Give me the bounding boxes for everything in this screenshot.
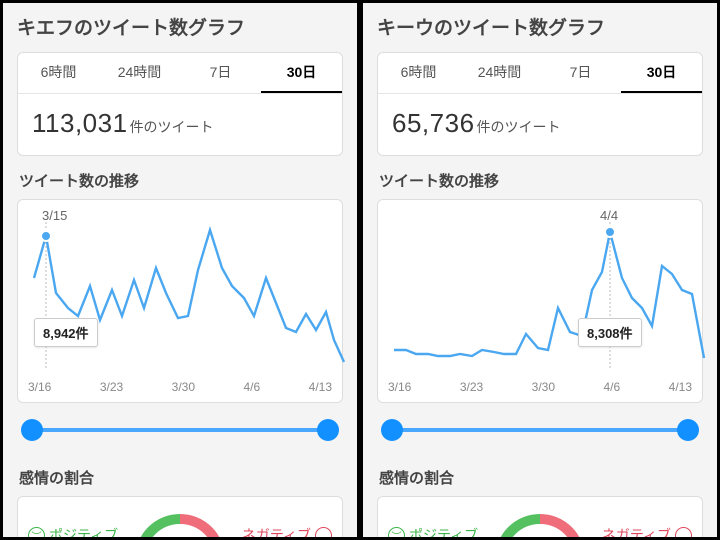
- xtick: 3/16: [28, 380, 51, 394]
- frown-icon: ︵: [315, 527, 332, 540]
- xtick: 4/13: [309, 380, 332, 394]
- panel-kiev: キエフのツイート数グラフ 6時間 24時間 7日 30日 113,031 件のツ…: [0, 0, 360, 540]
- tab-24h[interactable]: 24時間: [99, 53, 180, 93]
- sentiment-heading: 感情の割合: [17, 467, 343, 496]
- xtick: 3/23: [460, 380, 483, 394]
- negative-label: ネガティブ ︵: [602, 525, 692, 540]
- tab-7d[interactable]: 7日: [180, 53, 261, 93]
- tab-7d[interactable]: 7日: [540, 53, 621, 93]
- date-range-slider[interactable]: [17, 413, 343, 447]
- chart-tooltip: 8,308件: [578, 318, 642, 347]
- slider-track: [393, 428, 687, 432]
- tweet-count-number: 113,031: [32, 108, 128, 139]
- slider-handle-right[interactable]: [677, 419, 699, 441]
- xtick: 4/13: [669, 380, 692, 394]
- sentiment-gauge: [132, 511, 228, 540]
- tab-6h[interactable]: 6時間: [18, 53, 99, 93]
- slider-track: [33, 428, 327, 432]
- smile-icon: ︶: [388, 527, 405, 540]
- trend-heading: ツイート数の推移: [377, 170, 703, 199]
- trend-chart[interactable]: 3/15 8,942件: [18, 208, 342, 376]
- positive-label: ︶ ポジティブ: [388, 525, 478, 540]
- x-axis: 3/16 3/23 3/30 4/6 4/13: [378, 376, 702, 402]
- line-chart-svg: [18, 208, 350, 376]
- slider-handle-left[interactable]: [21, 419, 43, 441]
- trend-heading: ツイート数の推移: [17, 170, 343, 199]
- summary-card: 6時間 24時間 7日 30日 65,736 件のツイート: [377, 52, 703, 156]
- xtick: 3/23: [100, 380, 123, 394]
- sentiment-card: ︶ ポジティブ ネガティブ ︵: [17, 496, 343, 540]
- xtick: 4/6: [603, 380, 620, 394]
- slider-handle-left[interactable]: [381, 419, 403, 441]
- line-chart-svg: [378, 208, 710, 376]
- tab-6h[interactable]: 6時間: [378, 53, 459, 93]
- xtick: 3/30: [172, 380, 195, 394]
- tab-30d[interactable]: 30日: [261, 53, 342, 93]
- panel-kyiv: キーウのツイート数グラフ 6時間 24時間 7日 30日 65,736 件のツイ…: [360, 0, 720, 540]
- trend-chart-card: 3/15 8,942件 3/16 3/23 3/30 4/6 4/13: [17, 199, 343, 403]
- negative-text: ネガティブ: [602, 525, 671, 540]
- time-range-tabs: 6時間 24時間 7日 30日: [18, 53, 342, 94]
- split-container: キエフのツイート数グラフ 6時間 24時間 7日 30日 113,031 件のツ…: [0, 0, 720, 540]
- chart-tooltip: 8,942件: [34, 318, 98, 347]
- sentiment-card: ︶ ポジティブ ネガティブ ︵: [377, 496, 703, 540]
- tab-30d[interactable]: 30日: [621, 53, 702, 93]
- tweet-count: 113,031 件のツイート: [18, 94, 342, 155]
- positive-text: ポジティブ: [409, 525, 478, 540]
- x-axis: 3/16 3/23 3/30 4/6 4/13: [18, 376, 342, 402]
- smile-icon: ︶: [28, 527, 45, 540]
- tweet-count-number: 65,736: [392, 108, 475, 139]
- negative-text: ネガティブ: [242, 525, 311, 540]
- trend-chart[interactable]: 4/4 8,308件: [378, 208, 702, 376]
- page-title: キーウのツイート数グラフ: [377, 13, 703, 40]
- xtick: 3/16: [388, 380, 411, 394]
- negative-label: ネガティブ ︵: [242, 525, 332, 540]
- summary-card: 6時間 24時間 7日 30日 113,031 件のツイート: [17, 52, 343, 156]
- positive-label: ︶ ポジティブ: [28, 525, 118, 540]
- slider-handle-right[interactable]: [317, 419, 339, 441]
- xtick: 3/30: [532, 380, 555, 394]
- sentiment-gauge: [492, 511, 588, 540]
- xtick: 4/6: [243, 380, 260, 394]
- time-range-tabs: 6時間 24時間 7日 30日: [378, 53, 702, 94]
- tweet-count-suffix: 件のツイート: [130, 117, 214, 137]
- trend-chart-card: 4/4 8,308件 3/16 3/23 3/30 4/6 4/13: [377, 199, 703, 403]
- page-title: キエフのツイート数グラフ: [17, 13, 343, 40]
- tweet-count: 65,736 件のツイート: [378, 94, 702, 155]
- sentiment-heading: 感情の割合: [377, 467, 703, 496]
- tab-24h[interactable]: 24時間: [459, 53, 540, 93]
- date-range-slider[interactable]: [377, 413, 703, 447]
- positive-text: ポジティブ: [49, 525, 118, 540]
- tweet-count-suffix: 件のツイート: [477, 117, 561, 137]
- frown-icon: ︵: [675, 527, 692, 540]
